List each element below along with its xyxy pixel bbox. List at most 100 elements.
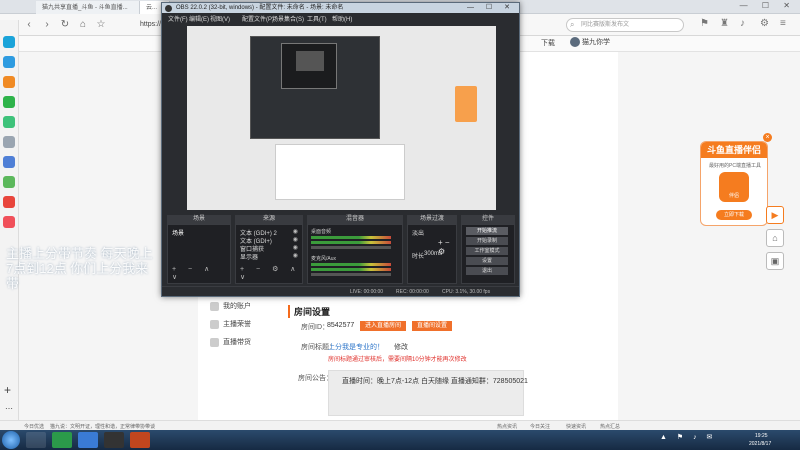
user-icon [210, 301, 219, 311]
clock-time[interactable]: 19:25 [755, 433, 768, 439]
browser-task-icon[interactable] [52, 432, 72, 448]
back-icon[interactable]: ‹ [22, 18, 36, 32]
nav-label: 直播带货 [223, 339, 251, 346]
scene-toolbar[interactable]: + − ∧ ∨ [172, 265, 230, 281]
obs-titlebar: OBS 22.0.2 (32-bit, windows) - 配置文件: 未命名… [162, 3, 519, 13]
ad-subtitle: 最好用的PC端直播工具 [709, 163, 761, 169]
status-item[interactable]: 热点汇总 [600, 423, 620, 430]
chat-icon[interactable] [3, 56, 15, 68]
status-item[interactable]: 今日关注 [530, 423, 550, 430]
search-placeholder: 同比赛版斯发布文 [581, 22, 630, 28]
notice-value: 直播时间：晚上7点-12点 白天随缘 直播通知群：728505021 [342, 378, 528, 385]
image-icon[interactable]: ▣ [766, 252, 784, 270]
reload-icon[interactable]: ↻ [58, 18, 72, 32]
status-item[interactable]: 快速资讯 [566, 423, 586, 430]
duration-label: 时长 [412, 254, 425, 260]
play-icon[interactable]: ▶ [766, 206, 784, 224]
user-menu[interactable]: 猫九你学 [570, 37, 610, 48]
download-button[interactable]: 下载 [541, 38, 555, 48]
mixer-channel-label: 麦克风/Aux [311, 256, 337, 262]
window-controls[interactable]: — ☐ ✕ [740, 1, 796, 10]
search-input[interactable]: ⌕ 同比赛版斯发布文 [566, 18, 684, 32]
duration-input[interactable]: 300ms [424, 251, 442, 257]
obs-window-controls[interactable]: — ☐ ✕ [467, 3, 515, 13]
app-task-icon[interactable] [78, 432, 98, 448]
sources-title: 来源 [235, 215, 303, 224]
transition-type[interactable]: 淡出 [412, 228, 424, 237]
douyu-task-icon[interactable] [130, 432, 150, 448]
home-side-icon[interactable]: ⌂ [766, 229, 784, 247]
browser-statusbar: 今日优选 猫九说：文明开证，理性和谐，正常律带协带谈 热点资讯 今日关注 快速资… [0, 420, 800, 430]
studio-mode-button[interactable]: 工作室模式 [466, 247, 508, 255]
obs-preview[interactable] [187, 26, 496, 210]
mail-icon[interactable] [3, 176, 15, 188]
controls-title: 控件 [461, 215, 515, 224]
volume-slider[interactable] [311, 246, 391, 249]
settings-icon[interactable]: ⚙ [760, 18, 769, 29]
nav-goods[interactable]: 直播带货 [210, 337, 251, 347]
nested-preview-inner [281, 43, 337, 89]
address-bar[interactable]: https://m... [140, 18, 173, 32]
menu-view[interactable]: 视图(V) [210, 14, 230, 23]
obs-statusbar: LIVE: 00:00:00 REC: 00:00:00 CPU: 3.1%, … [162, 286, 519, 296]
forward-icon[interactable]: › [40, 18, 54, 32]
browser-tab[interactable]: 猫九共享直播_斗鱼 - 斗鱼直播... [36, 1, 140, 14]
obs-task-icon[interactable] [104, 432, 124, 448]
overlay-text: 主播上分带节奏 每天晚上7点到12点 你们上分我来带 [6, 246, 153, 291]
status-today[interactable]: 今日优选 [24, 423, 44, 430]
menu-edit[interactable]: 编辑(E) [189, 14, 209, 23]
shop-icon[interactable] [3, 216, 15, 228]
eye-icon[interactable]: ◉ [293, 236, 298, 243]
source-item[interactable]: 显示器 [240, 252, 258, 261]
gift-icon[interactable]: ♜ [720, 18, 729, 29]
mixer-channel-label: 桌面音频 [311, 229, 332, 235]
scene-item[interactable]: 场景 [172, 228, 184, 237]
start-button[interactable] [2, 431, 20, 449]
extension-icon[interactable]: ⚑ [700, 18, 709, 29]
eye-icon[interactable]: ◉ [293, 244, 298, 251]
cloud-icon[interactable] [3, 116, 15, 128]
bell-icon[interactable]: ♪ [740, 18, 745, 29]
menu-help[interactable]: 帮助(H) [332, 14, 352, 23]
explorer-icon[interactable] [26, 432, 46, 448]
edit-title-button[interactable]: 修改 [394, 342, 408, 352]
preview-ad-capture [455, 86, 477, 122]
status-item[interactable]: 热点资讯 [497, 423, 517, 430]
menu-file[interactable]: 文件(F) [168, 14, 188, 23]
menu-profile[interactable]: 配置文件(P) [242, 14, 274, 23]
clock-date[interactable]: 2021/8/17 [749, 441, 771, 447]
menu-scene-collection[interactable]: 场景集合(S) [272, 14, 304, 23]
start-recording-button[interactable]: 开始录制 [466, 237, 508, 245]
eye-icon[interactable]: ◉ [293, 228, 298, 235]
start-streaming-button[interactable]: 开始推流 [466, 227, 508, 235]
eye-icon[interactable]: ◉ [293, 252, 298, 259]
ad-download-button[interactable]: 立即下载 [716, 210, 752, 220]
doc-icon[interactable] [3, 156, 15, 168]
exit-button[interactable]: 退出 [466, 267, 508, 275]
nav-account[interactable]: 我的账户 [210, 301, 251, 311]
enter-room-button[interactable]: 进入直播房间 [360, 321, 407, 331]
scenes-dock: 场景 + − ∧ ∨ [167, 224, 231, 284]
ad-title: 斗鱼直播伴侣 [701, 142, 767, 158]
video-icon[interactable] [3, 196, 15, 208]
obs-menubar: 文件(F) 编辑(E) 视图(V) 配置文件(P) 场景集合(S) 工具(T) … [162, 13, 519, 23]
volume-slider[interactable] [311, 273, 391, 276]
more-icon[interactable]: ⋯ [5, 404, 13, 413]
source-toolbar[interactable]: + − ⚙ ∧ ∨ [240, 265, 302, 281]
star-icon[interactable]: ☆ [94, 18, 108, 32]
compass-icon[interactable] [3, 36, 15, 48]
weibo-icon[interactable] [3, 76, 15, 88]
nav-honor[interactable]: 主播荣誉 [210, 319, 251, 329]
room-settings-button[interactable]: 直播间设置 [412, 321, 453, 331]
settings-button[interactable]: 设置 [466, 257, 508, 265]
menu-tools[interactable]: 工具(T) [307, 14, 327, 23]
menu-icon[interactable]: ≡ [780, 18, 786, 29]
home-icon[interactable]: ⌂ [76, 18, 90, 32]
system-tray[interactable]: ▲ ⚑ ♪ ✉ [660, 433, 716, 441]
sources-dock: 文本 (GDI+) 2 ◉ 文本 (GDI+) ◉ 窗口捕获 ◉ 显示器 ◉ +… [235, 224, 303, 284]
add-icon[interactable]: + [4, 383, 11, 397]
obs-window: OBS 22.0.2 (32-bit, windows) - 配置文件: 未命名… [161, 2, 520, 297]
game-icon[interactable] [3, 96, 15, 108]
nav-label: 我的账户 [223, 303, 251, 310]
note-icon[interactable] [3, 136, 15, 148]
